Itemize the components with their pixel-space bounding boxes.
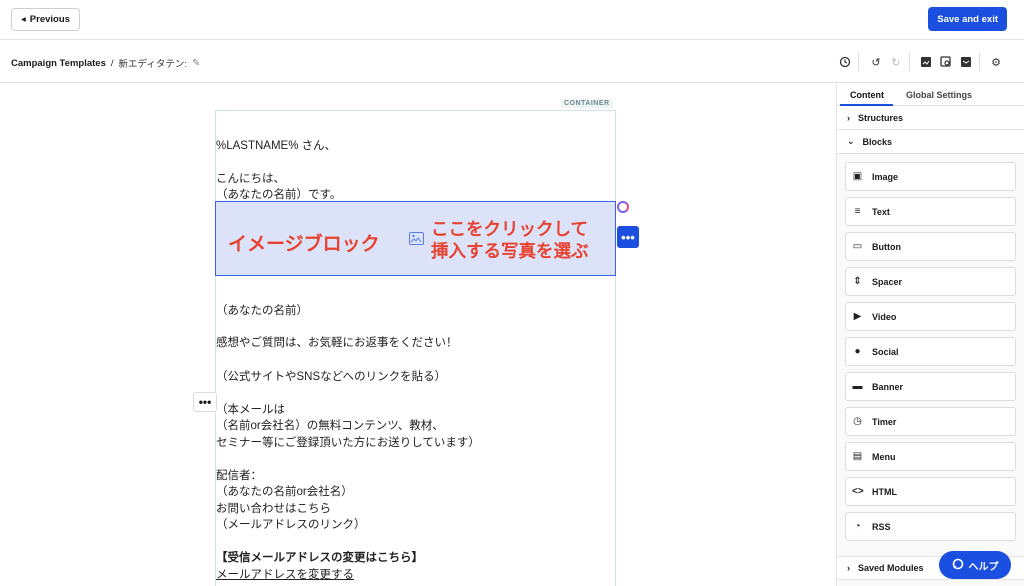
banner-icon: ▬ bbox=[852, 381, 863, 392]
settings-gear-icon[interactable]: ⚙ bbox=[989, 55, 1003, 69]
tab-global-settings[interactable]: Global Settings bbox=[906, 90, 972, 100]
block-spacer[interactable]: ⇕ Spacer bbox=[845, 267, 1016, 296]
block-banner[interactable]: ▬ Banner bbox=[845, 372, 1016, 401]
history-icon[interactable] bbox=[838, 55, 852, 69]
note-line-1[interactable]: （本メールは bbox=[216, 401, 285, 417]
image-block-note: ここをクリックして 挿入する写真を選ぶ bbox=[431, 218, 589, 262]
intro-line[interactable]: （あなたの名前）です。 bbox=[216, 186, 341, 202]
chat-bubble-icon bbox=[952, 558, 964, 573]
block-timer-label: Timer bbox=[872, 416, 897, 427]
button-icon: ▭ bbox=[852, 241, 863, 252]
hello-line[interactable]: こんにちは、 bbox=[216, 170, 285, 186]
html-icon: <> bbox=[852, 486, 864, 497]
block-options-button[interactable]: ••• bbox=[617, 226, 639, 248]
content-panel: Content Global Settings › Structures ⌄ B… bbox=[836, 84, 1024, 586]
section-structures-label: Structures bbox=[858, 112, 904, 123]
contact-line[interactable]: お問い合わせはこちら bbox=[216, 500, 331, 516]
note-line-2[interactable]: （名前or会社名）の無料コンテンツ、教材、 bbox=[216, 417, 444, 433]
breadcrumb-root[interactable]: Campaign Templates bbox=[11, 58, 106, 69]
previous-button[interactable]: ◂ Previous bbox=[11, 8, 80, 31]
section-structures[interactable]: › Structures bbox=[837, 106, 1024, 130]
chevron-right-icon: › bbox=[847, 563, 850, 573]
container-tag: CONTAINER bbox=[561, 99, 613, 108]
block-button-label: Button bbox=[872, 241, 901, 252]
block-menu-label: Menu bbox=[872, 451, 896, 462]
block-html[interactable]: <> HTML bbox=[845, 477, 1016, 506]
spacer-icon: ⇕ bbox=[853, 276, 862, 287]
greeting-line[interactable]: %LASTNAME% さん、 bbox=[216, 137, 336, 153]
preview-desktop-icon[interactable] bbox=[919, 55, 933, 69]
contact-link-line[interactable]: （メールアドレスのリンク） bbox=[216, 516, 366, 532]
help-button[interactable]: ヘルプ bbox=[939, 551, 1011, 579]
block-video[interactable]: ▶ Video bbox=[845, 302, 1016, 331]
chevron-down-icon: ⌄ bbox=[847, 136, 855, 146]
pencil-icon[interactable]: ✎ bbox=[192, 58, 200, 69]
image-block[interactable]: イメージブロック ここをクリックして 挿入する写真を選ぶ bbox=[215, 201, 616, 276]
image-note-line1: ここをクリックして bbox=[431, 219, 588, 239]
top-bar: ◂ Previous Save and exit bbox=[0, 0, 1024, 40]
change-address-link[interactable]: メールアドレスを変更する bbox=[216, 566, 354, 582]
previous-label: Previous bbox=[29, 14, 70, 25]
block-social-label: Social bbox=[872, 346, 899, 357]
section-blocks-label: Blocks bbox=[862, 136, 893, 147]
block-social[interactable]: ● Social bbox=[845, 337, 1016, 366]
sender-name[interactable]: （あなたの名前or会社名） bbox=[216, 483, 353, 499]
section-blocks[interactable]: ⌄ Blocks bbox=[837, 130, 1024, 154]
breadcrumb-separator: / bbox=[110, 57, 114, 69]
ai-assistant-icon[interactable] bbox=[617, 201, 629, 213]
redo-icon[interactable]: ↻ bbox=[889, 55, 903, 69]
menu-icon: ▤ bbox=[852, 451, 863, 462]
note-line-3[interactable]: セミナー等にご登録頂いた方にお送りしています） bbox=[216, 434, 480, 450]
template-name: 新エディタテン: bbox=[118, 59, 187, 70]
block-image[interactable]: ▣ Image bbox=[845, 162, 1016, 191]
image-note-line2: 挿入する写真を選ぶ bbox=[431, 241, 589, 261]
sign-name-line[interactable]: （あなたの名前） bbox=[216, 302, 308, 318]
chevron-right-icon: › bbox=[847, 112, 850, 123]
tab-content[interactable]: Content bbox=[850, 90, 884, 100]
block-spacer-label: Spacer bbox=[872, 276, 903, 287]
block-video-label: Video bbox=[872, 311, 897, 322]
social-icon: ● bbox=[854, 346, 861, 357]
block-banner-label: Banner bbox=[872, 381, 904, 392]
block-html-label: HTML bbox=[872, 486, 897, 497]
block-button[interactable]: ▭ Button bbox=[845, 232, 1016, 261]
block-menu[interactable]: ▤ Menu bbox=[845, 442, 1016, 471]
preview-search-icon[interactable] bbox=[939, 55, 953, 69]
undo-icon[interactable]: ↺ bbox=[869, 55, 883, 69]
video-icon: ▶ bbox=[853, 311, 862, 322]
panel-tabs: Content Global Settings bbox=[837, 84, 1024, 106]
help-label: ヘルプ bbox=[968, 561, 999, 573]
image-icon: ▣ bbox=[852, 171, 863, 182]
block-image-label: Image bbox=[872, 171, 899, 182]
feedback-line[interactable]: 感想やご質問は、お気軽にお返事をください！ bbox=[216, 334, 458, 350]
timer-icon: ◷ bbox=[853, 416, 862, 427]
block-rss-label: RSS bbox=[872, 521, 891, 532]
links-line[interactable]: （公式サイトやSNSなどへのリンクを貼る） bbox=[216, 368, 446, 384]
block-text-label: Text bbox=[872, 206, 890, 217]
rss-icon: ◔ bbox=[854, 521, 861, 532]
section-saved-label: Saved Modules bbox=[858, 563, 924, 573]
change-address-heading[interactable]: 【受信メールアドレスの変更はこちら】 bbox=[216, 549, 423, 565]
image-block-label: イメージブロック bbox=[228, 234, 380, 255]
image-placeholder-icon bbox=[409, 232, 424, 245]
text-icon: ≡ bbox=[854, 206, 861, 217]
block-text[interactable]: ≡ Text bbox=[845, 197, 1016, 226]
row-options-button[interactable]: ••• bbox=[193, 392, 217, 412]
sender-label[interactable]: 配信者： bbox=[216, 467, 262, 483]
block-rss[interactable]: ◔ RSS bbox=[845, 512, 1016, 541]
block-timer[interactable]: ◷ Timer bbox=[845, 407, 1016, 436]
breadcrumb: Campaign Templates / 新エディタテン: ✎ bbox=[11, 56, 200, 71]
caret-left-icon: ◂ bbox=[21, 14, 26, 25]
editor-toolbar: Campaign Templates / 新エディタテン: ✎ ↺ ↻ ⚙ bbox=[0, 41, 1024, 83]
send-test-icon[interactable] bbox=[959, 55, 973, 69]
save-and-exit-button[interactable]: Save and exit bbox=[928, 7, 1007, 31]
